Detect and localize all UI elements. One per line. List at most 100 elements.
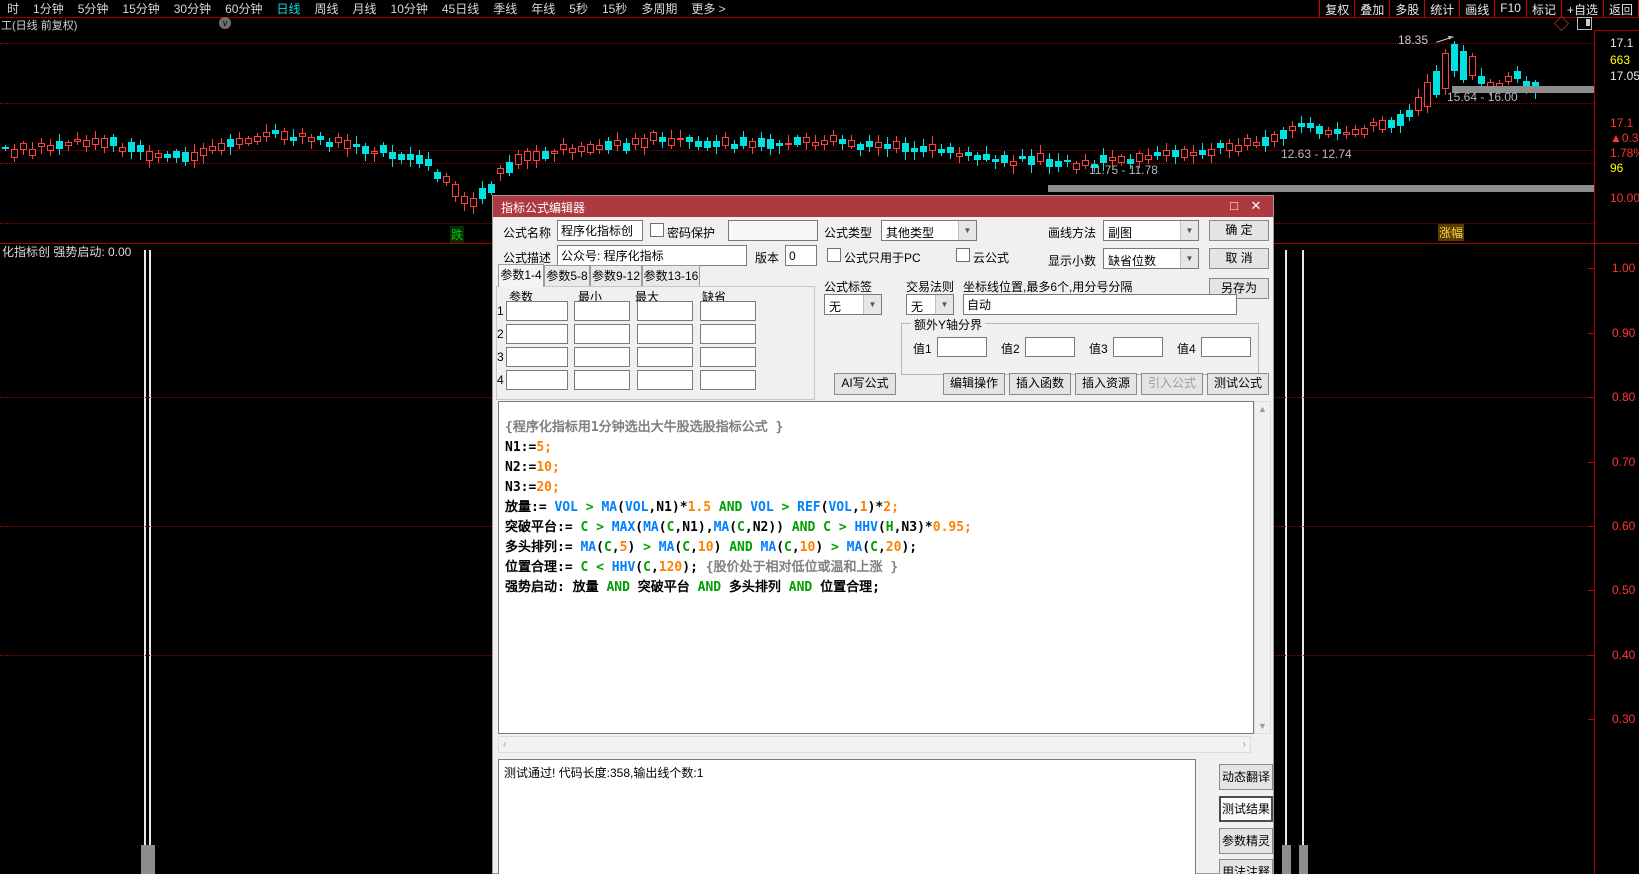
layout-split-icon[interactable] — [1577, 17, 1592, 30]
toolbar-button[interactable]: 复权 — [1319, 0, 1356, 17]
side-button-2[interactable]: 测试结果 — [1219, 796, 1273, 822]
side-button-3[interactable]: 参数精灵 — [1219, 828, 1273, 854]
param-input[interactable] — [700, 347, 756, 367]
toolbar-button[interactable]: F10 — [1494, 0, 1527, 17]
vertical-scrollbar[interactable]: ▲ ▼ — [1254, 401, 1271, 734]
param-input[interactable] — [637, 347, 693, 367]
high-label: 18.35 — [1398, 33, 1429, 47]
scroll-up-icon[interactable]: ▲ — [1255, 404, 1270, 414]
period-menu-item[interactable]: 更多 > — [684, 0, 732, 17]
side-button-1[interactable]: 动态翻译 — [1219, 764, 1273, 790]
toolbar-button[interactable]: 叠加 — [1354, 0, 1391, 17]
candle — [767, 139, 774, 149]
period-menu-item[interactable]: 5分钟 — [71, 0, 116, 17]
cloud-checkbox[interactable] — [956, 248, 970, 262]
param-input[interactable] — [506, 324, 568, 344]
toolbar-button[interactable]: 多股 — [1389, 0, 1426, 17]
param-input[interactable] — [574, 370, 630, 390]
extra-y-input[interactable] — [1113, 337, 1163, 357]
formula-type-select[interactable]: 其他类型 ▼ — [881, 220, 977, 241]
param-tab[interactable]: 参数13-16 — [642, 265, 700, 286]
toolbar-button[interactable]: 画线 — [1459, 0, 1496, 17]
formula-name-input[interactable] — [557, 220, 643, 241]
period-menu-item[interactable]: 多周期 — [634, 0, 684, 17]
param-input[interactable] — [637, 324, 693, 344]
candle — [1280, 129, 1287, 140]
action-button-2[interactable]: 编辑操作 — [943, 373, 1005, 395]
period-menu-item[interactable]: 30分钟 — [167, 0, 218, 17]
period-menu-item[interactable]: 60分钟 — [218, 0, 269, 17]
period-menu-item[interactable]: 季线 — [486, 0, 524, 17]
candle — [632, 138, 639, 146]
param-tab[interactable]: 参数1-4 — [498, 264, 544, 287]
chevron-down-icon[interactable]: ▼ — [1180, 249, 1198, 268]
action-button-6[interactable]: 测试公式 — [1207, 373, 1269, 395]
axisline-input[interactable] — [963, 294, 1237, 315]
close-icon[interactable]: ✕ — [1247, 198, 1265, 214]
action-button-3[interactable]: 插入函数 — [1009, 373, 1071, 395]
period-menu-item[interactable]: 15秒 — [595, 0, 634, 17]
period-menu-item[interactable]: 10分钟 — [384, 0, 435, 17]
ok-button[interactable]: 确 定 — [1209, 220, 1269, 241]
period-menu-item[interactable]: 5秒 — [562, 0, 595, 17]
param-tab[interactable]: 参数5-8 — [544, 265, 590, 286]
param-input[interactable] — [506, 301, 568, 321]
quote-value: 1.78% — [1610, 146, 1639, 160]
pc-only-checkbox[interactable] — [827, 248, 841, 262]
extra-y-input[interactable] — [1025, 337, 1075, 357]
decimals-select[interactable]: 缺省位数 ▼ — [1103, 248, 1199, 269]
toolbar-button[interactable]: 统计 — [1424, 0, 1461, 17]
candle — [884, 143, 891, 150]
password-checkbox[interactable] — [650, 223, 664, 237]
chevron-down-icon[interactable]: ▼ — [1180, 221, 1198, 240]
chevron-down-icon[interactable]: ▼ — [863, 295, 881, 314]
side-button-4[interactable]: 用法注释 — [1219, 859, 1273, 874]
period-menu-item[interactable]: 1分钟 — [26, 0, 71, 17]
period-menu-item[interactable]: 周线 — [307, 0, 345, 17]
period-menu-item[interactable]: 月线 — [346, 0, 384, 17]
formula-desc-input[interactable] — [557, 245, 747, 266]
period-menu-item[interactable]: 45日线 — [435, 0, 486, 17]
version-input[interactable] — [785, 245, 817, 266]
trade-rule-select[interactable]: 无 ▼ — [906, 294, 954, 315]
param-input[interactable] — [700, 324, 756, 344]
param-input[interactable] — [637, 370, 693, 390]
extra-y-input[interactable] — [1201, 337, 1251, 357]
scroll-down-icon[interactable]: ▼ — [1255, 721, 1270, 731]
param-input[interactable] — [574, 324, 630, 344]
action-button-4[interactable]: 插入资源 — [1075, 373, 1137, 395]
chart-title-row: 工(日线 前复权) ∨ — [0, 15, 1639, 32]
draw-method-select[interactable]: 副图 ▼ — [1103, 220, 1199, 241]
extra-y-input[interactable] — [937, 337, 987, 357]
param-input[interactable] — [637, 301, 693, 321]
dialog-titlebar[interactable]: 指标公式编辑器 □ ✕ — [493, 196, 1273, 217]
param-input[interactable] — [506, 370, 568, 390]
param-input[interactable] — [574, 301, 630, 321]
param-input[interactable] — [700, 370, 756, 390]
cancel-button[interactable]: 取 消 — [1209, 248, 1269, 269]
scroll-right-icon[interactable]: › — [1243, 739, 1246, 750]
chevron-down-circle-icon[interactable]: ∨ — [219, 17, 231, 29]
action-button-1[interactable]: AI写公式 — [834, 373, 896, 395]
toolbar-button[interactable]: +自选 — [1560, 0, 1604, 17]
period-menu-item[interactable]: 15分钟 — [115, 0, 166, 17]
param-input[interactable] — [506, 347, 568, 367]
toolbar-button[interactable]: 返回 — [1602, 0, 1639, 17]
toolbar-button[interactable]: 标记 — [1525, 0, 1562, 17]
maximize-icon[interactable]: □ — [1225, 198, 1243, 213]
formula-code-editor[interactable]: {程序化指标用1分钟选出大牛股选股指标公式 } N1:=5; N2:=10; N3:=… — [498, 401, 1254, 734]
chevron-down-icon[interactable]: ▼ — [958, 221, 976, 240]
param-input[interactable] — [574, 347, 630, 367]
horizontal-scrollbar[interactable]: ‹ › — [498, 736, 1251, 753]
scroll-left-icon[interactable]: ‹ — [503, 739, 506, 750]
diamond-icon[interactable] — [1553, 15, 1570, 32]
formula-tag-select[interactable]: 无 ▼ — [824, 294, 882, 315]
candle — [65, 142, 72, 147]
param-input[interactable] — [700, 301, 756, 321]
period-menu-item[interactable]: 时 — [0, 0, 26, 17]
period-menu-item[interactable]: 年线 — [524, 0, 562, 17]
period-menu-item[interactable]: 日线 — [269, 0, 307, 17]
chevron-down-icon[interactable]: ▼ — [935, 295, 953, 314]
password-input[interactable] — [728, 220, 818, 241]
param-tab[interactable]: 参数9-12 — [590, 265, 642, 286]
